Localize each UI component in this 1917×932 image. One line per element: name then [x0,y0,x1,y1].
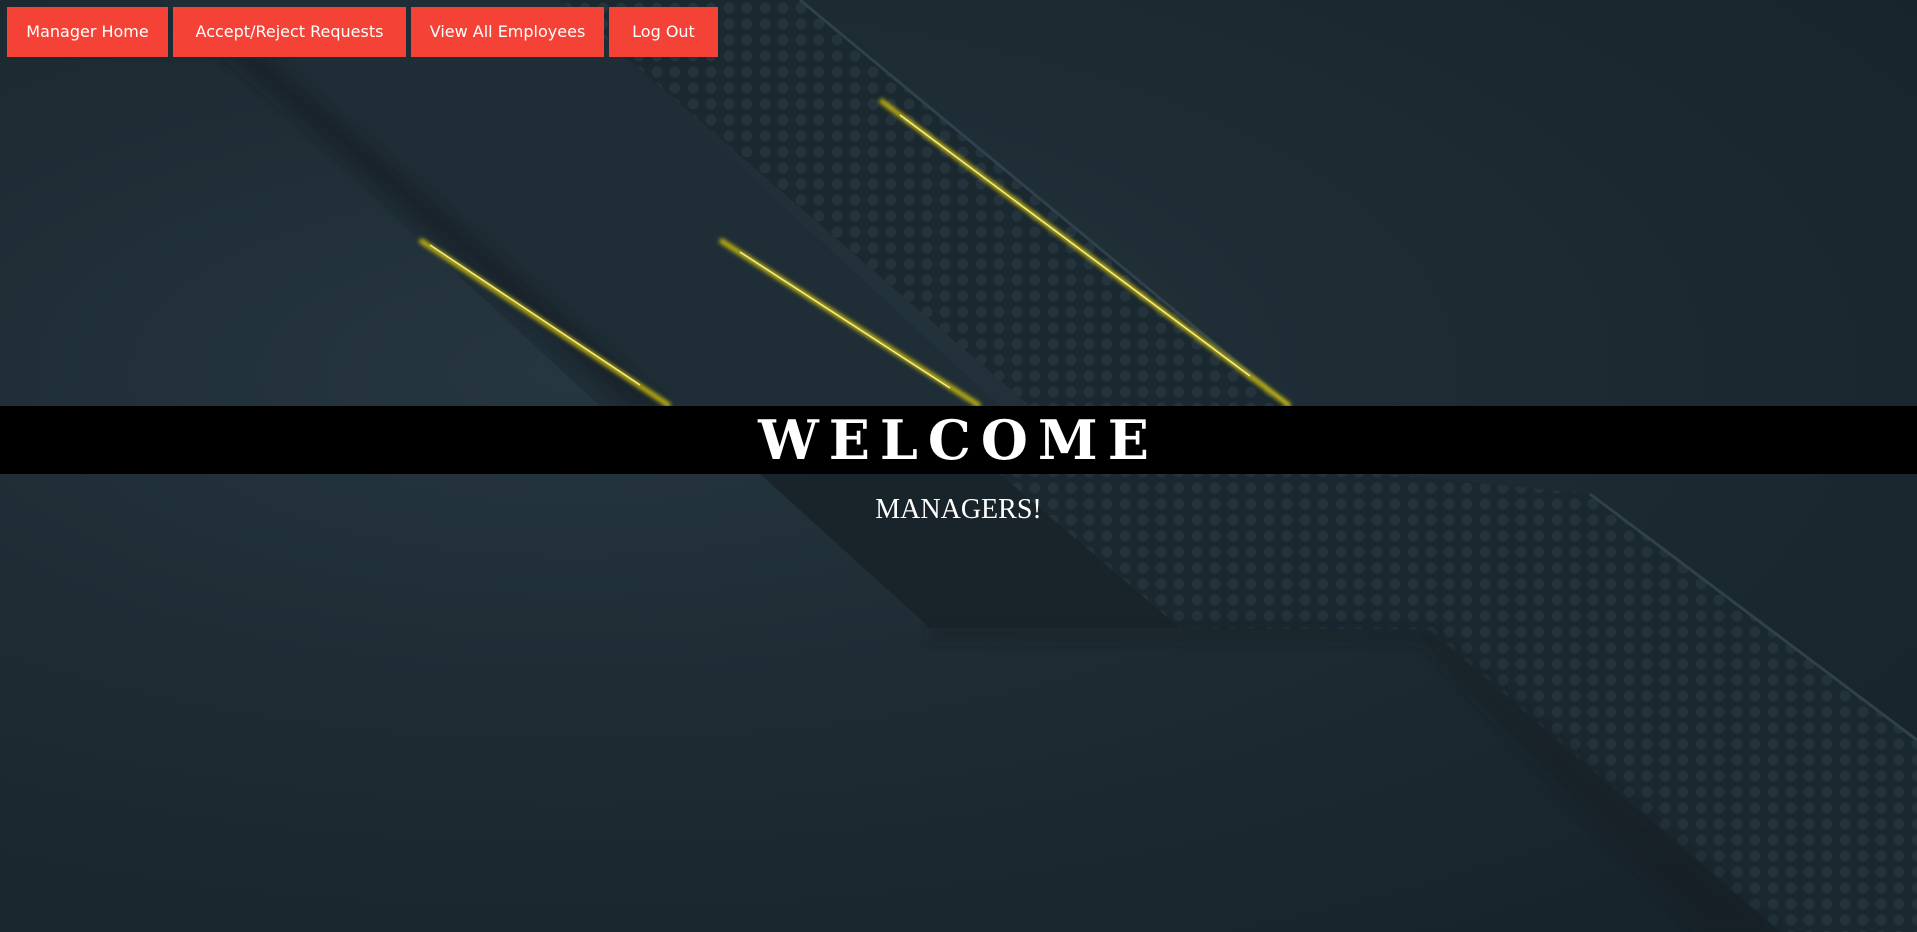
nav-accept-reject-requests-button[interactable]: Accept/Reject Requests [173,7,406,57]
welcome-title: WELCOME [758,408,1159,472]
welcome-banner: WELCOME [0,406,1917,474]
top-navigation: Manager Home Accept/Reject Requests View… [7,7,718,57]
nav-log-out-button[interactable]: Log Out [609,7,718,57]
welcome-subtitle: MANAGERS! [875,494,1042,525]
nav-manager-home-button[interactable]: Manager Home [7,7,168,57]
page: Manager Home Accept/Reject Requests View… [0,0,1917,932]
nav-view-all-employees-button[interactable]: View All Employees [411,7,604,57]
